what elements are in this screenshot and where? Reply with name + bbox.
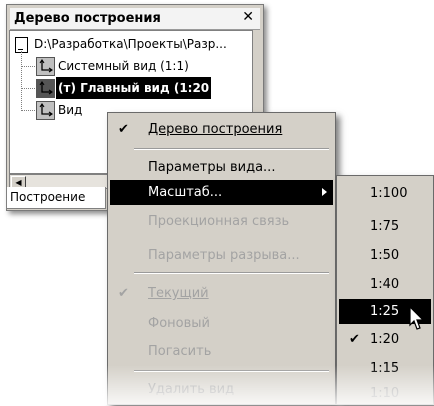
scale-option[interactable]: 1:100 <box>339 181 431 206</box>
menu-separator <box>134 148 329 150</box>
menu-item-label: Удалить вид <box>148 382 235 397</box>
tree-item-label: Вид <box>58 103 83 117</box>
menu-item-delete-view[interactable]: Удалить вид <box>110 377 333 402</box>
mouse-pointer-icon <box>409 306 425 330</box>
view-icon <box>36 57 55 76</box>
menu-item-label: Проекционная связь <box>148 214 290 229</box>
check-icon: ✔ <box>118 122 129 137</box>
tree-item[interactable]: Системный вид (1:1) <box>10 55 252 77</box>
scale-option[interactable]: 1:75 <box>339 214 431 239</box>
tree-item-label: (т) Главный вид (1:20 <box>56 77 212 99</box>
menu-item-label: Параметры вида... <box>148 160 276 175</box>
scale-option-label: 1:15 <box>370 361 400 376</box>
menu-item-background[interactable]: Фоновый <box>110 311 333 336</box>
tree-item-label: Системный вид (1:1) <box>58 59 189 73</box>
submenu-arrow-icon <box>322 188 327 196</box>
menu-item-current[interactable]: ✔ Текущий <box>110 281 333 306</box>
menu-item-build-tree[interactable]: ✔ Дерево построения <box>110 117 333 142</box>
menu-item-label: Погасить <box>148 344 212 359</box>
tree-item-selected[interactable]: (т) Главный вид (1:20 <box>10 77 252 99</box>
menu-separator <box>134 370 329 372</box>
check-icon: ✔ <box>349 332 360 347</box>
menu-item-label: Фоновый <box>148 316 210 331</box>
scale-option[interactable]: 1:40 <box>339 272 431 297</box>
menu-item-projection-link[interactable]: Проекционная связь <box>110 209 333 234</box>
menu-separator <box>134 272 329 274</box>
menu-item-hide[interactable]: Погасить <box>110 339 333 364</box>
panel-title: Дерево построения <box>14 11 161 26</box>
scale-option-label: 1:40 <box>370 277 400 292</box>
panel-title-bar[interactable]: Дерево построения ✕ <box>10 8 260 30</box>
view-icon <box>36 101 55 120</box>
menu-item-break-params[interactable]: Параметры разрыва... <box>110 243 333 268</box>
tab-build[interactable]: Построение <box>6 187 106 209</box>
context-menu: ✔ Дерево построения Параметры вида... Ма… <box>107 112 336 405</box>
scale-option-label: 1:25 <box>370 304 400 319</box>
close-icon[interactable]: ✕ <box>242 9 254 25</box>
menu-item-view-params[interactable]: Параметры вида... <box>110 155 333 180</box>
view-icon <box>36 79 55 98</box>
menu-item-label: Масштаб... <box>148 185 223 200</box>
scale-option-label: 1:75 <box>370 219 400 234</box>
scale-option-label: 1:10 <box>370 386 400 401</box>
menu-item-scale[interactable]: Масштаб... <box>110 180 333 205</box>
tab-build-label: Построение <box>10 190 86 204</box>
scale-submenu: 1:100 1:75 1:50 1:40 1:25 ✔ 1:20 1:15 1:… <box>336 175 434 405</box>
menu-item-label: Параметры разрыва... <box>148 248 300 263</box>
scale-option[interactable]: 1:10 <box>339 381 431 406</box>
scale-option[interactable]: 1:50 <box>339 243 431 268</box>
check-icon: ✔ <box>118 286 129 301</box>
scale-option-label: 1:20 <box>370 332 400 347</box>
menu-item-label: Текущий <box>148 286 209 301</box>
menu-item-label: Дерево построения <box>148 122 283 137</box>
scale-option-label: 1:50 <box>370 248 400 263</box>
scale-option[interactable]: 1:15 <box>339 356 431 381</box>
scale-option-label: 1:100 <box>370 186 408 201</box>
document-path: D:\Разработка\Проекты\Разр... <box>34 37 227 51</box>
